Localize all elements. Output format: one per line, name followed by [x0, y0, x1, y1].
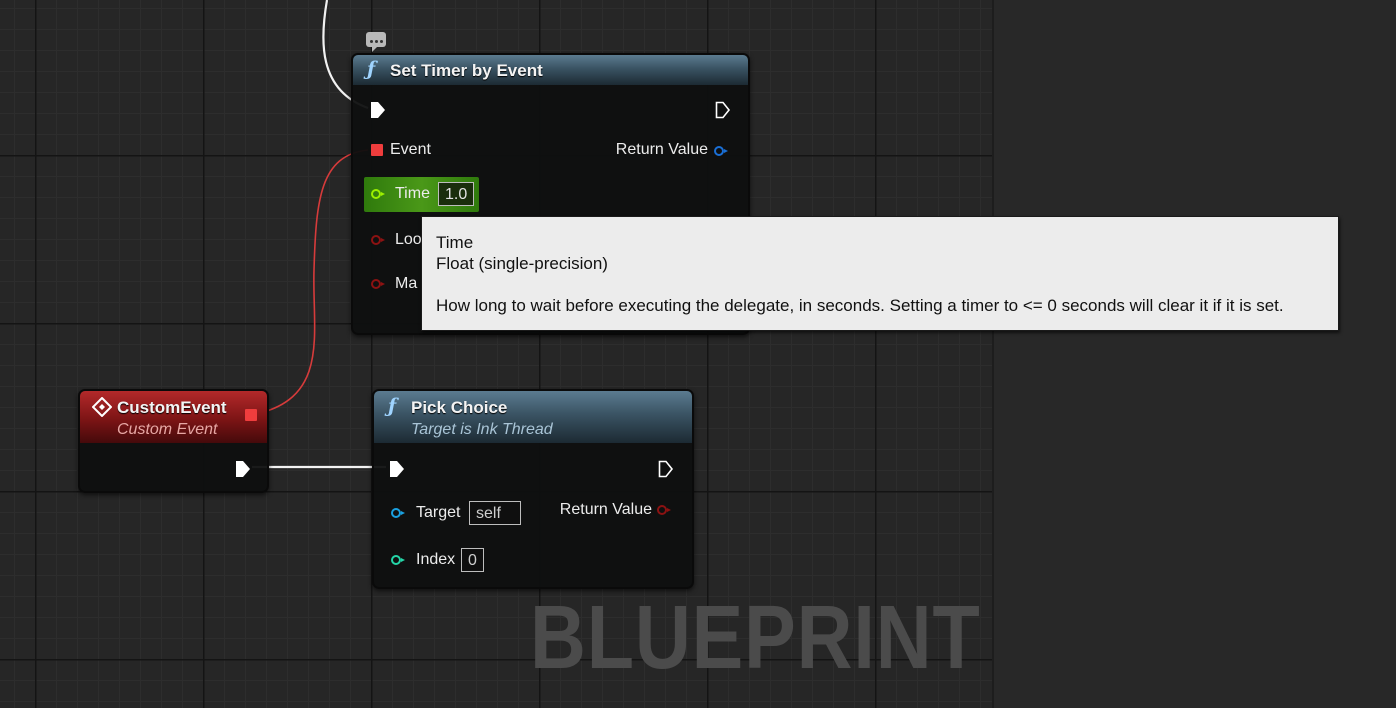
node-title: Set Timer by Event: [390, 61, 543, 80]
node-header[interactable]: ƒ Pick Choice Target is Ink Thread: [374, 391, 692, 443]
target-object-pin[interactable]: [391, 508, 405, 518]
event-diamond-icon: [92, 397, 112, 417]
node-header[interactable]: ƒ Set Timer by Event: [353, 55, 748, 85]
exec-input-pin[interactable]: [389, 460, 405, 478]
return-value-pin-label: Return Value: [559, 501, 652, 518]
node-header[interactable]: CustomEvent Custom Event: [80, 391, 267, 443]
exec-output-pin[interactable]: [658, 460, 674, 478]
function-icon: ƒ: [367, 58, 376, 80]
blueprint-graph-canvas[interactable]: ƒ Set Timer by Event Event Return Value …: [0, 0, 992, 708]
function-icon: ƒ: [388, 395, 397, 417]
tooltip-pin-name: Time: [436, 233, 474, 252]
index-pin-label: Index: [416, 551, 456, 568]
index-value-field[interactable]: 0: [461, 548, 484, 572]
time-value-field[interactable]: 1.0: [438, 182, 475, 206]
event-pin-label: Event: [390, 141, 431, 158]
event-delegate-output-pin[interactable]: [245, 409, 257, 421]
time-pin-label: Time: [395, 185, 430, 202]
exec-output-pin[interactable]: [235, 460, 251, 478]
target-pin-label: Target: [416, 504, 461, 521]
comment-bubble-icon[interactable]: [366, 32, 386, 52]
max-pin-label: Ma: [395, 275, 418, 292]
looping-pin-label: Loo: [395, 231, 422, 248]
index-integer-pin[interactable]: [391, 555, 405, 565]
return-value-bool-pin[interactable]: [657, 505, 671, 515]
node-title: CustomEvent: [117, 398, 227, 417]
blueprint-watermark: BLUEPRINT: [530, 588, 981, 688]
target-value-field[interactable]: self: [469, 501, 521, 525]
side-panel: [992, 0, 1396, 708]
return-value-pin-label: Return Value: [615, 141, 708, 158]
pick-choice-node[interactable]: ƒ Pick Choice Target is Ink Thread Targe…: [372, 389, 694, 589]
tooltip-description: How long to wait before executing the de…: [436, 296, 1284, 315]
max-pin[interactable]: [371, 279, 385, 289]
pin-tooltip: Time Float (single-precision) How long t…: [421, 216, 1339, 331]
return-value-pin[interactable]: [714, 146, 728, 156]
exec-input-pin[interactable]: [370, 101, 386, 119]
tooltip-pin-type: Float (single-precision): [436, 254, 608, 273]
node-subtitle: Target is Ink Thread: [411, 421, 553, 438]
exec-output-pin[interactable]: [715, 101, 731, 119]
time-float-pin[interactable]: [371, 189, 385, 199]
node-title: Pick Choice: [411, 398, 508, 417]
node-subtitle: Custom Event: [117, 421, 218, 438]
looping-bool-pin[interactable]: [371, 235, 385, 245]
custom-event-node[interactable]: CustomEvent Custom Event: [78, 389, 269, 493]
event-delegate-pin[interactable]: [371, 144, 383, 156]
